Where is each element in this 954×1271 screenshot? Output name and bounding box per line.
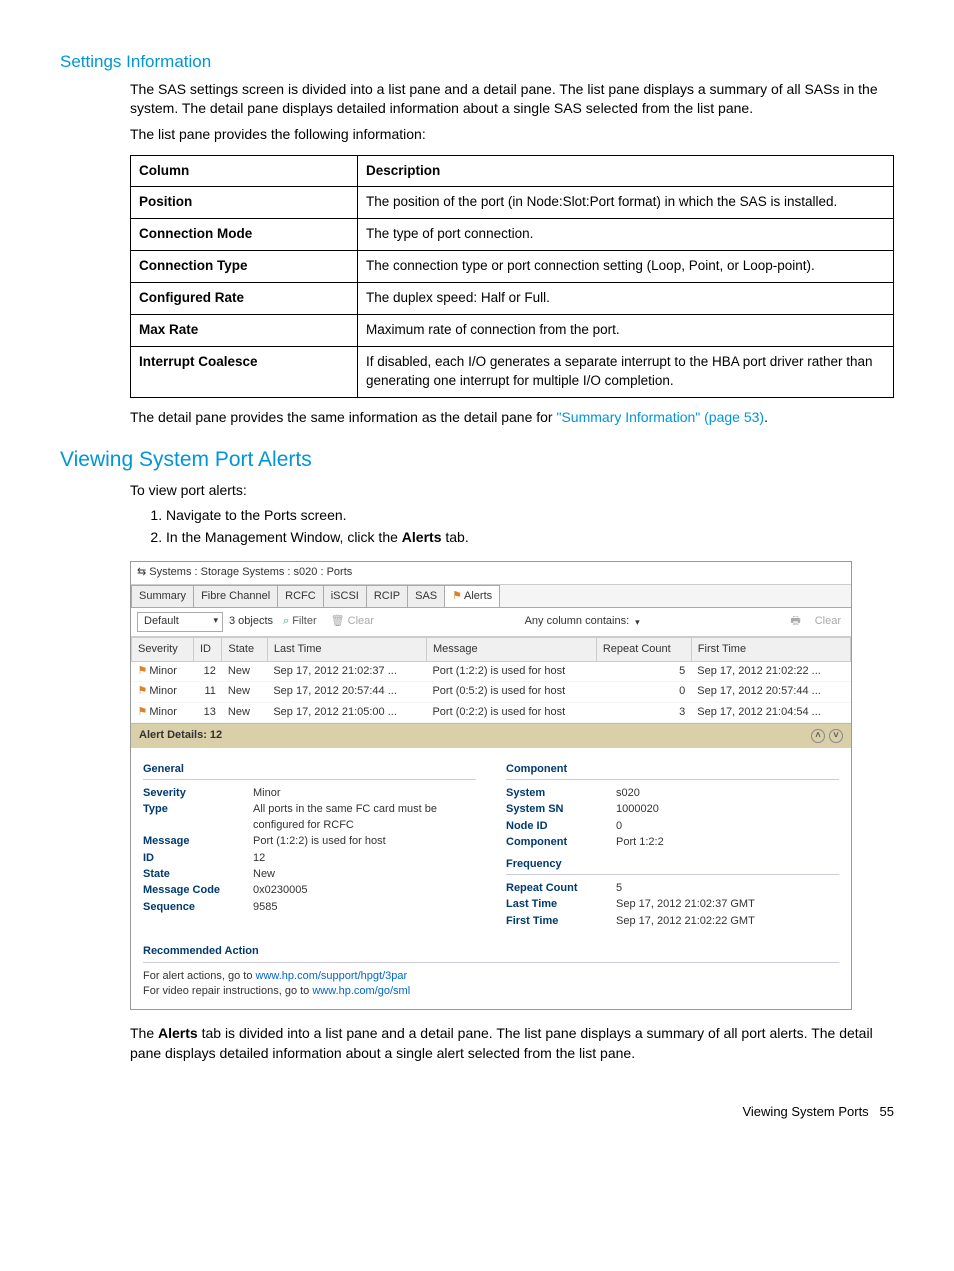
tab-alerts[interactable]: ⚑Alerts <box>444 585 500 607</box>
col-last-time[interactable]: Last Time <box>267 637 426 661</box>
link-hp-sml[interactable]: www.hp.com/go/sml <box>312 985 410 997</box>
col-repeat-count[interactable]: Repeat Count <box>596 637 691 661</box>
para-detail-ref: The detail pane provides the same inform… <box>130 408 894 428</box>
k-repeat-count: Repeat Count <box>506 881 616 896</box>
th-column: Column <box>131 155 358 187</box>
table-row: Interrupt CoalesceIf disabled, each I/O … <box>131 346 894 397</box>
table-row: Max RateMaximum rate of connection from … <box>131 315 894 347</box>
th-description: Description <box>358 155 894 187</box>
filter-button[interactable]: ⌕Filter <box>279 613 321 630</box>
section-reco[interactable]: Recommended Action <box>143 944 839 962</box>
section-component[interactable]: Component <box>506 762 839 780</box>
tab-rcfc[interactable]: RCFC <box>277 585 324 607</box>
grid-row[interactable]: ⚑Minor 13 New Sep 17, 2012 21:05:00 ... … <box>132 702 851 722</box>
flag-icon: ⚑ <box>138 706 148 718</box>
object-count: 3 objects <box>229 614 273 629</box>
tab-rcip[interactable]: RCIP <box>366 585 408 607</box>
flag-icon: ⚑ <box>138 685 148 697</box>
filter-icon: ⌕ <box>283 614 289 629</box>
k-system-sn: System SN <box>506 802 616 817</box>
grid-row[interactable]: ⚑Minor 11 New Sep 17, 2012 20:57:44 ... … <box>132 682 851 702</box>
expand-icon[interactable]: ˅ <box>829 729 843 743</box>
table-row: Connection TypeThe connection type or po… <box>131 251 894 283</box>
clear2-button[interactable]: Clear <box>811 613 845 630</box>
search-label: Any column contains: <box>525 614 630 629</box>
print-button[interactable]: 🖶 <box>786 613 804 630</box>
k-node-id: Node ID <box>506 819 616 834</box>
k-message-code: Message Code <box>143 883 253 898</box>
k-type: Type <box>143 802 253 833</box>
para-settings-2: The list pane provides the following inf… <box>130 125 894 145</box>
recommended-action: Recommended Action For alert actions, go… <box>131 934 851 1009</box>
k-id: ID <box>143 851 253 866</box>
link-hp-support[interactable]: www.hp.com/support/hpgt/3par <box>256 970 408 982</box>
breadcrumb: ⇆ Systems : Storage Systems : s020 : Por… <box>131 562 851 584</box>
print-icon: 🖶 <box>790 614 800 629</box>
col-first-time[interactable]: First Time <box>691 637 850 661</box>
col-id[interactable]: ID <box>193 637 221 661</box>
settings-table: Column Description PositionThe position … <box>130 155 894 398</box>
view-dropdown[interactable]: Default <box>137 612 223 631</box>
tab-fibre-channel[interactable]: Fibre Channel <box>193 585 278 607</box>
tab-sas[interactable]: SAS <box>407 585 445 607</box>
step-2: In the Management Window, click the Aler… <box>166 528 894 548</box>
flag-icon: ⚑ <box>452 590 462 602</box>
k-message: Message <box>143 834 253 849</box>
col-severity[interactable]: Severity <box>132 637 194 661</box>
link-summary-info[interactable]: "Summary Information" (page 53) <box>556 409 764 425</box>
tab-summary[interactable]: Summary <box>131 585 194 607</box>
table-row: Configured RateThe duplex speed: Half or… <box>131 283 894 315</box>
page-footer: Viewing System Ports 55 <box>60 1103 894 1121</box>
section-general[interactable]: General <box>143 762 476 780</box>
tab-bar: Summary Fibre Channel RCFC iSCSI RCIP SA… <box>131 585 851 608</box>
grid-row[interactable]: ⚑Minor 12 New Sep 17, 2012 21:02:37 ... … <box>132 662 851 682</box>
flag-icon: ⚑ <box>138 665 148 677</box>
collapse-icon[interactable]: ˄ <box>811 729 825 743</box>
alerts-screenshot: ⇆ Systems : Storage Systems : s020 : Por… <box>130 561 852 1010</box>
k-last-time: Last Time <box>506 897 616 912</box>
heading-settings-info: Settings Information <box>60 50 894 74</box>
k-component: Component <box>506 835 616 850</box>
step-1: Navigate to the Ports screen. <box>166 506 894 526</box>
para-settings-1: The SAS settings screen is divided into … <box>130 80 894 119</box>
detail-body: General SeverityMinor TypeAll ports in t… <box>131 748 851 935</box>
toolbar: Default 3 objects ⌕Filter 🗑Clear Any col… <box>131 608 851 636</box>
k-first-time: First Time <box>506 914 616 929</box>
tab-iscsi[interactable]: iSCSI <box>323 585 367 607</box>
k-state: State <box>143 867 253 882</box>
alerts-grid: Severity ID State Last Time Message Repe… <box>131 637 851 724</box>
k-system: System <box>506 786 616 801</box>
para-view-alerts: To view port alerts: <box>130 481 894 501</box>
heading-viewing-alerts: Viewing System Port Alerts <box>60 445 894 474</box>
clear-icon: 🗑 <box>331 614 345 629</box>
col-state[interactable]: State <box>222 637 267 661</box>
table-row: Connection ModeThe type of port connecti… <box>131 219 894 251</box>
col-message[interactable]: Message <box>426 637 596 661</box>
clear-button[interactable]: 🗑Clear <box>327 613 378 630</box>
detail-header: Alert Details: 12 ˄ ˅ <box>131 723 851 747</box>
search-dropdown-icon[interactable]: ▾ <box>635 616 640 629</box>
k-severity: Severity <box>143 786 253 801</box>
k-sequence: Sequence <box>143 900 253 915</box>
breadcrumb-icon: ⇆ <box>137 565 146 580</box>
section-frequency[interactable]: Frequency <box>506 857 839 875</box>
table-row: PositionThe position of the port (in Nod… <box>131 187 894 219</box>
steps-list: Navigate to the Ports screen. In the Man… <box>130 506 894 547</box>
para-after-shot: The Alerts tab is divided into a list pa… <box>130 1024 894 1063</box>
